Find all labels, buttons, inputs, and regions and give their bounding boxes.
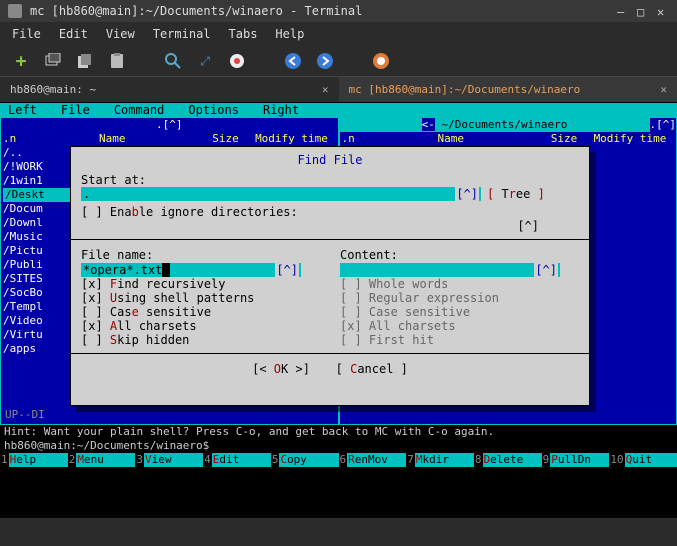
fullscreen-icon[interactable]: ⤢ <box>196 52 214 70</box>
left-footer: UP--DI <box>1 406 49 424</box>
tab-label: hb860@main: ~ <box>10 83 96 96</box>
terminal-tabs: hb860@main: ~ ✕ mc [hb860@main]:~/Docume… <box>0 76 677 102</box>
find-file-dialog: Find File Start at: .[^] [ Tree ] [ ] En… <box>70 146 590 406</box>
preferences-icon[interactable] <box>228 52 246 70</box>
menu-edit[interactable]: Edit <box>59 27 88 41</box>
close-tab-icon[interactable]: ✕ <box>660 83 667 96</box>
shell-prompt[interactable]: hb860@main:~/Documents/winaero$ <box>0 439 677 453</box>
mc-menu-options[interactable]: Options <box>188 103 239 117</box>
ok-button[interactable]: [< OK >] <box>250 362 312 376</box>
fkey-7[interactable]: 7Mkdir <box>406 453 474 467</box>
dialog-title: Find File <box>81 153 579 167</box>
forward-icon[interactable] <box>316 52 334 70</box>
window-titlebar: mc [hb860@main]:~/Documents/winaero - Te… <box>0 0 677 22</box>
right-path: <- ~/Documents/winaero .[^] <box>340 118 677 132</box>
checkbox-option[interactable]: [x] All charsets <box>340 319 579 333</box>
checkbox-option[interactable]: [ ] Regular expression <box>340 291 579 305</box>
history-icon[interactable]: [^] <box>517 219 539 233</box>
checkbox-option[interactable]: [x] Find recursively <box>81 277 320 291</box>
fkey-5[interactable]: 5Copy <box>271 453 339 467</box>
checkbox-option[interactable]: [x] All charsets <box>81 319 320 333</box>
content-label: Content: <box>340 248 579 262</box>
new-tab-icon[interactable]: + <box>12 52 30 70</box>
tab-label: mc [hb860@main]:~/Documents/winaero <box>349 83 581 96</box>
menu-help[interactable]: Help <box>275 27 304 41</box>
checkbox-option[interactable]: [x] Using shell patterns <box>81 291 320 305</box>
fkey-4[interactable]: 4Edit <box>203 453 271 467</box>
help-icon[interactable] <box>372 52 390 70</box>
history-icon[interactable]: [^] <box>275 263 299 277</box>
checkbox-option[interactable]: [ ] First hit <box>340 333 579 347</box>
minimize-button[interactable]: – <box>617 5 629 17</box>
close-button[interactable]: ✕ <box>657 5 669 17</box>
checkbox-option[interactable]: [ ] Skip hidden <box>81 333 320 347</box>
mc-menubar: Left File Command Options Right <box>0 103 677 117</box>
filename-label: File name: <box>81 248 320 262</box>
checkbox-option[interactable]: [ ] Whole words <box>340 277 579 291</box>
mc-menu-left[interactable]: Left <box>8 103 37 117</box>
tab-active[interactable]: mc [hb860@main]:~/Documents/winaero ✕ <box>339 77 677 102</box>
filename-input[interactable]: *opera*.txt [^] <box>81 263 301 277</box>
back-icon[interactable] <box>284 52 302 70</box>
history-icon[interactable]: [^] <box>455 187 479 201</box>
menu-tabs[interactable]: Tabs <box>229 27 258 41</box>
content-input[interactable]: [^] <box>340 263 560 277</box>
menu-terminal[interactable]: Terminal <box>153 27 211 41</box>
copy-icon[interactable] <box>76 52 94 70</box>
maximize-button[interactable]: □ <box>637 5 649 17</box>
history-icon[interactable]: [^] <box>534 263 558 277</box>
window-title: mc [hb860@main]:~/Documents/winaero - Te… <box>30 4 609 18</box>
checkbox-option[interactable]: [ ] Case sensitive <box>340 305 579 319</box>
terminal-area: Left File Command Options Right .[^] .n … <box>0 102 677 518</box>
start-at-input[interactable]: .[^] <box>81 187 481 201</box>
ignore-dirs-checkbox[interactable]: [ ] Enable ignore directories: <box>81 205 298 219</box>
tab-inactive[interactable]: hb860@main: ~ ✕ <box>0 77 339 102</box>
fkey-10[interactable]: 10Quit <box>609 453 677 467</box>
fkey-9[interactable]: 9PullDn <box>542 453 610 467</box>
app-icon <box>8 4 22 18</box>
start-at-label: Start at: <box>81 173 579 187</box>
mc-menu-right[interactable]: Right <box>263 103 299 117</box>
fkey-1[interactable]: 1Help <box>0 453 68 467</box>
mc-menu-file[interactable]: File <box>61 103 90 117</box>
checkbox-option[interactable]: [ ] Case sensitive <box>81 305 320 319</box>
left-columns: .n Name Size Modify time <box>1 132 338 146</box>
left-path: .[^] <box>1 118 338 132</box>
fkey-2[interactable]: 2Menu <box>68 453 136 467</box>
app-menubar: File Edit View Terminal Tabs Help <box>0 22 677 46</box>
fkey-8[interactable]: 8Delete <box>474 453 542 467</box>
close-tab-icon[interactable]: ✕ <box>322 83 329 96</box>
hint-bar: Hint: Want your plain shell? Press C-o, … <box>0 425 677 439</box>
tree-button[interactable]: [ Tree ] <box>487 187 545 201</box>
mc-menu-command[interactable]: Command <box>114 103 165 117</box>
toolbar: + ⤢ <box>0 46 677 76</box>
fkey-6[interactable]: 6RenMov <box>339 453 407 467</box>
search-icon[interactable] <box>164 52 182 70</box>
paste-icon[interactable] <box>108 52 126 70</box>
new-window-icon[interactable] <box>44 52 62 70</box>
menu-view[interactable]: View <box>106 27 135 41</box>
right-columns: .n Name Size Modify time <box>340 132 677 146</box>
function-key-bar: 1Help2Menu3View4Edit5Copy6RenMov7Mkdir8D… <box>0 453 677 467</box>
menu-file[interactable]: File <box>12 27 41 41</box>
cancel-button[interactable]: [ Cancel ] <box>334 362 410 376</box>
fkey-3[interactable]: 3View <box>135 453 203 467</box>
